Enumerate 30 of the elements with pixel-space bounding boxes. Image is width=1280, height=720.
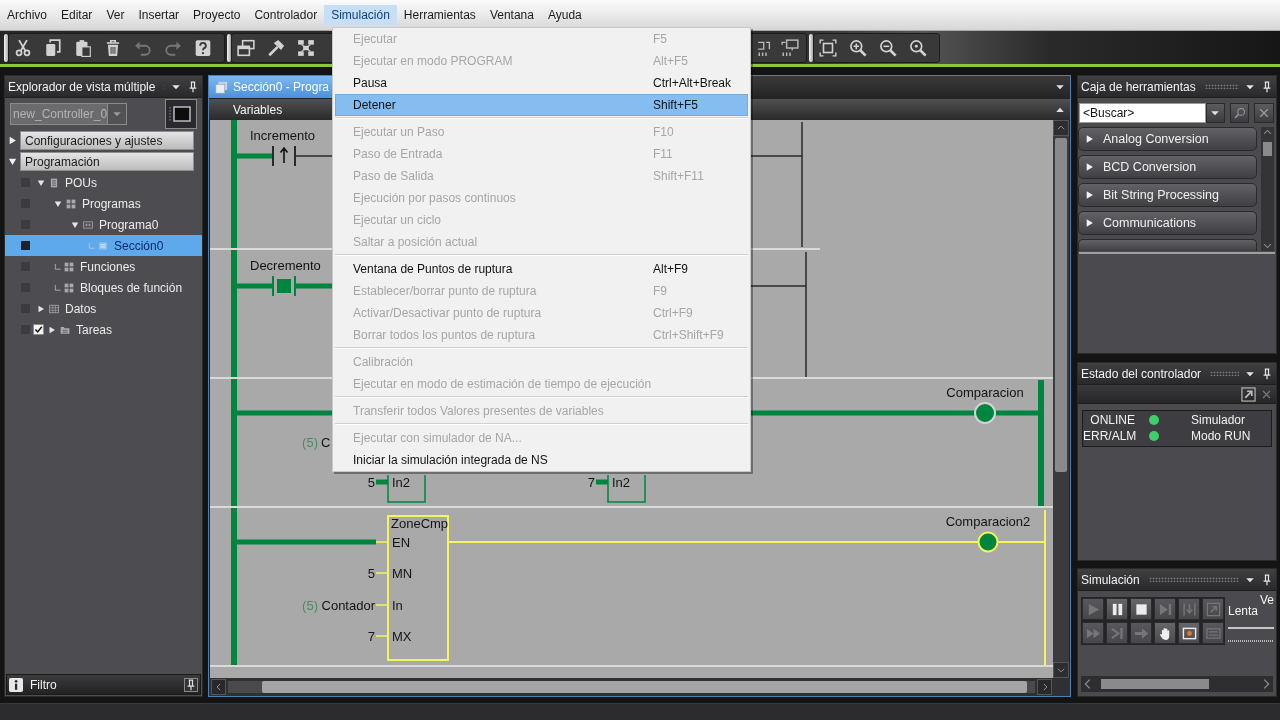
speed-heading: Ve [1260, 594, 1274, 607]
input-value: 7 [367, 628, 375, 644]
status-value: Simulador [1191, 413, 1247, 427]
panel-title: Estado del controlador [1081, 366, 1202, 381]
block-name: ZoneCmp [391, 516, 449, 531]
pin-label: In2 [392, 475, 411, 490]
filter-label: Filtro [30, 677, 57, 692]
panel-title: Caja de herramientas [1081, 79, 1196, 94]
panel-title: Simulación [1081, 572, 1140, 587]
status-label: ONLINE [1089, 413, 1135, 427]
variable-label: C [321, 435, 331, 450]
speed-label: Lenta [1228, 605, 1260, 618]
variable-label: Decremento [250, 258, 321, 273]
present-value: (5) [302, 435, 318, 450]
present-value: (5) [302, 597, 318, 613]
variable-label: Contador [321, 597, 375, 613]
pin-label: MN [392, 565, 413, 581]
coil-label: Comparacion2 [945, 514, 1031, 529]
pin-label: In [392, 597, 403, 613]
coil-label: Comparacion [946, 385, 1024, 400]
variable-label: Incremento [250, 128, 316, 143]
pin-label: MX [392, 628, 412, 644]
pin-label: In2 [612, 475, 631, 490]
input-value: 5 [367, 565, 375, 581]
input-value: 5 [367, 475, 375, 490]
pin-label: EN [392, 534, 411, 550]
input-value: 7 [587, 475, 595, 490]
status-label: ERR/ALM [1083, 429, 1135, 443]
panel-title: Explorador de vista múltiple [8, 79, 156, 94]
status-value: Modo RUN [1191, 429, 1252, 443]
